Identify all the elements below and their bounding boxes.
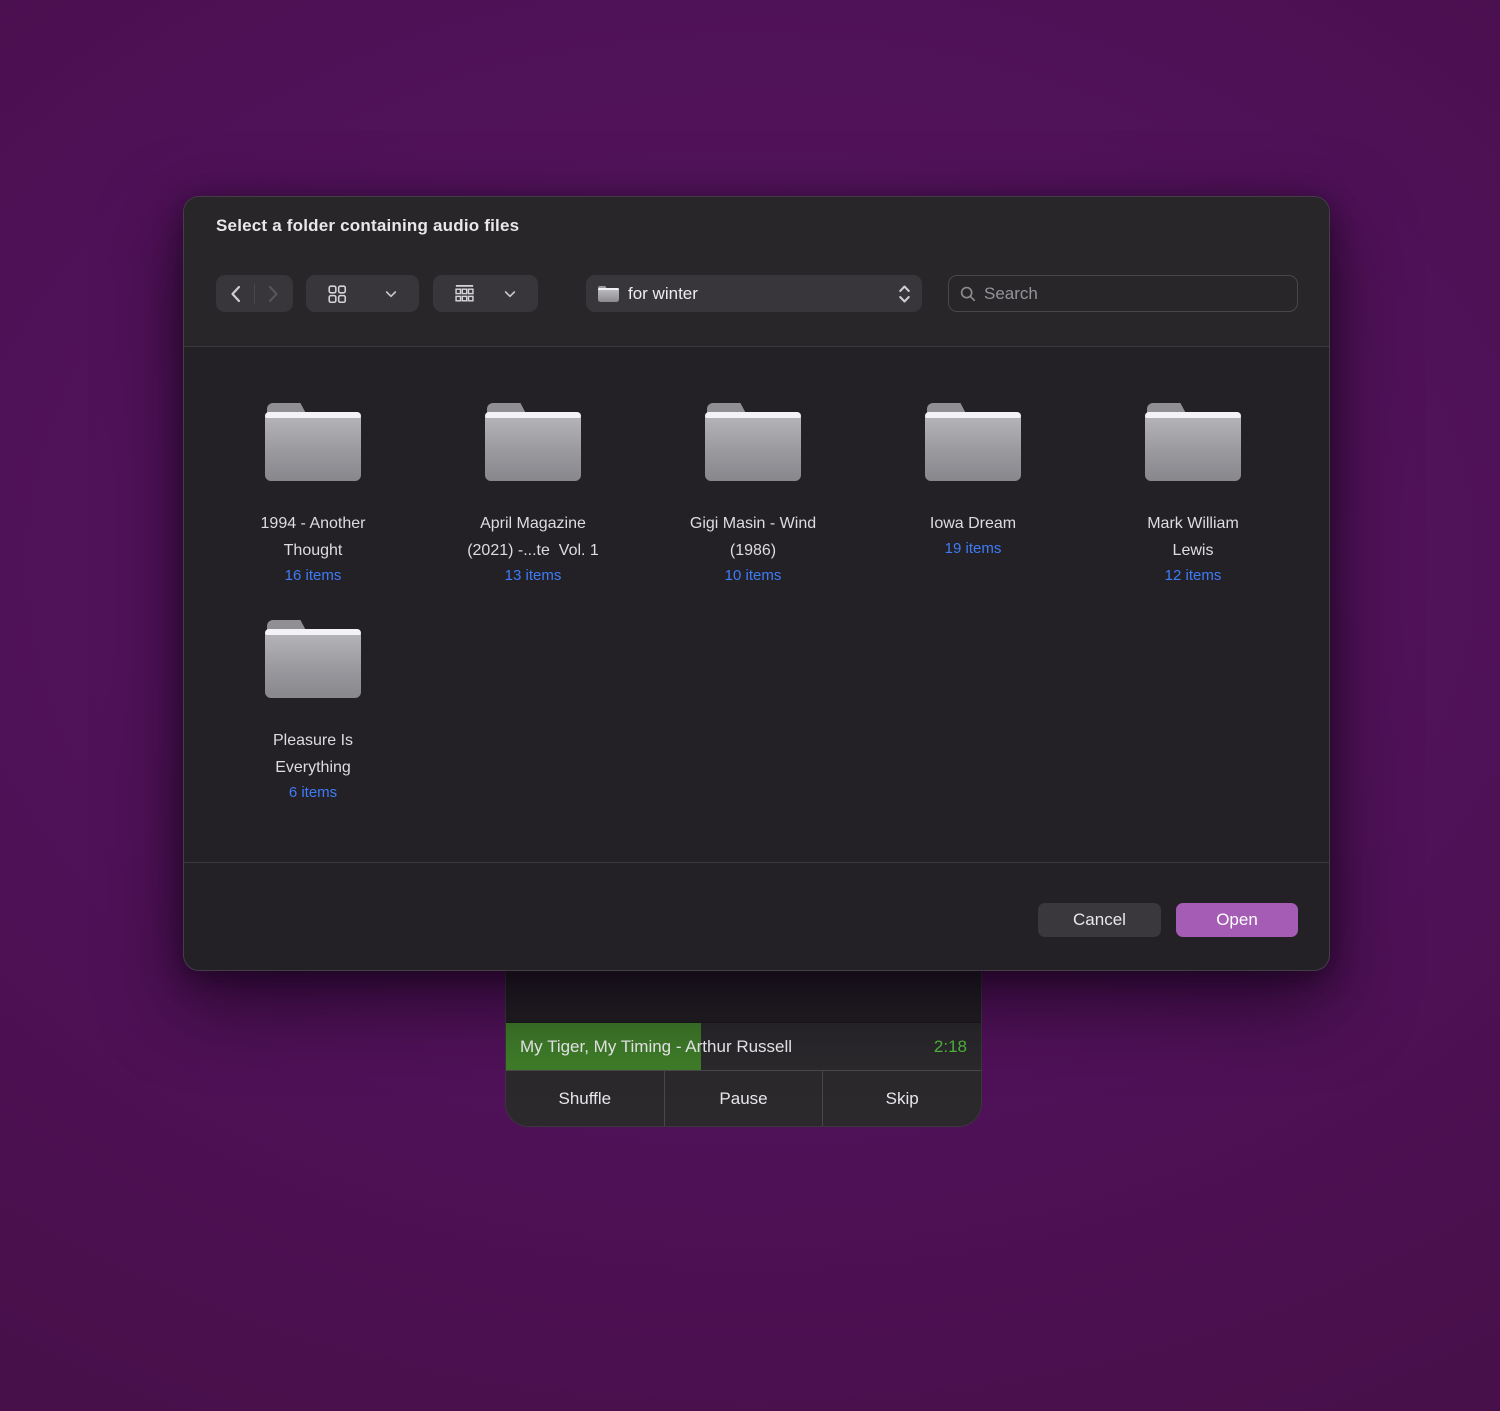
- folder-item[interactable]: Pleasure IsEverything6 items: [203, 620, 423, 837]
- folder-item[interactable]: April Magazine(2021) -...te Vol. 113 ite…: [423, 403, 643, 620]
- folder-icon: [705, 403, 801, 481]
- dialog-footer: Cancel Open: [184, 862, 1329, 970]
- folder-item-count: 19 items: [863, 537, 1083, 561]
- icon-view-button[interactable]: [306, 275, 419, 312]
- pause-button[interactable]: Pause: [664, 1071, 823, 1126]
- cancel-button[interactable]: Cancel: [1038, 903, 1161, 937]
- folder-name: April Magazine(2021) -...te Vol. 1: [423, 510, 643, 564]
- current-folder-select[interactable]: for winter: [586, 275, 922, 312]
- folder-name: 1994 - AnotherThought: [203, 510, 423, 564]
- track-time: 2:18: [934, 1023, 967, 1070]
- back-button[interactable]: [228, 284, 244, 304]
- group-view-button[interactable]: [433, 275, 538, 312]
- player-progress-bar[interactable]: My Tiger, My Timing - Arthur Russell 2:1…: [506, 1022, 981, 1070]
- file-picker-dialog: Select a folder containing audio files: [183, 196, 1330, 971]
- folder-icon: [265, 403, 361, 481]
- dialog-header: Select a folder containing audio files: [184, 197, 1329, 347]
- nav-button-group: [216, 275, 293, 312]
- nav-divider: [254, 284, 255, 304]
- folder-icon: [485, 403, 581, 481]
- desktop-background: { "dialog": { "title": "Select a folder …: [0, 0, 1500, 1411]
- folder-icon: [598, 286, 619, 302]
- chevron-down-icon: [502, 286, 518, 302]
- folder-item-count: 12 items: [1083, 564, 1303, 588]
- folder-grid: 1994 - AnotherThought16 itemsApril Magaz…: [184, 347, 1329, 862]
- group-view-icon: [453, 282, 476, 305]
- folder-item-count: 13 items: [423, 564, 643, 588]
- search-icon: [959, 285, 977, 303]
- folder-icon: [925, 403, 1021, 481]
- shuffle-button[interactable]: Shuffle: [506, 1071, 664, 1126]
- folder-name: Mark WilliamLewis: [1083, 510, 1303, 564]
- current-folder-label: for winter: [628, 284, 897, 304]
- chevron-down-icon: [383, 286, 399, 302]
- folder-item-count: 10 items: [643, 564, 863, 588]
- folder-name: Iowa Dream: [863, 510, 1083, 537]
- folder-item[interactable]: Gigi Masin - Wind(1986)10 items: [643, 403, 863, 620]
- folder-item[interactable]: Mark WilliamLewis12 items: [1083, 403, 1303, 620]
- folder-item-count: 6 items: [203, 781, 423, 805]
- now-playing-label: My Tiger, My Timing - Arthur Russell: [520, 1023, 792, 1070]
- open-button[interactable]: Open: [1176, 903, 1298, 937]
- search-field[interactable]: [948, 275, 1298, 312]
- folder-item-count: 16 items: [203, 564, 423, 588]
- folder-item[interactable]: Iowa Dream19 items: [863, 403, 1083, 620]
- folder-name: Pleasure IsEverything: [203, 727, 423, 781]
- forward-button[interactable]: [265, 284, 281, 304]
- dialog-title: Select a folder containing audio files: [216, 216, 519, 236]
- search-input[interactable]: [984, 284, 1287, 304]
- folder-icon: [1145, 403, 1241, 481]
- folder-icon: [265, 620, 361, 698]
- skip-button[interactable]: Skip: [822, 1071, 981, 1126]
- folder-item[interactable]: 1994 - AnotherThought16 items: [203, 403, 423, 620]
- folder-name: Gigi Masin - Wind(1986): [643, 510, 863, 564]
- player-button-row: ShufflePauseSkip: [506, 1070, 981, 1126]
- updown-chevron-icon: [897, 283, 912, 305]
- grid-view-icon: [326, 283, 348, 305]
